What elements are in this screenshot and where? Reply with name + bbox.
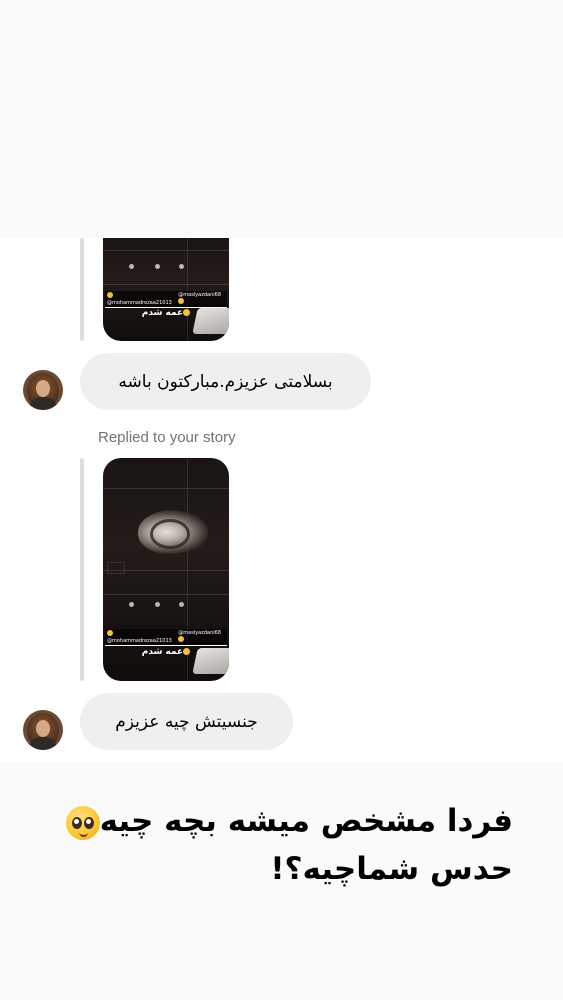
story-mentions: @mohammadrezaa21013 @maslyazdani68 (105, 290, 227, 308)
replied-to-story-label: Replied to your story (98, 429, 236, 446)
overlay-caption-line-1: فردا مشخص میشه بچه چیه (64, 797, 513, 845)
top-blank-band (0, 0, 563, 238)
reply-quote-bar (80, 238, 84, 341)
message-text: بسلامتی عزیزم.مبارکتون باشه (118, 371, 333, 392)
story-caption: عمه شدم (103, 647, 229, 657)
story-thumbnail[interactable]: @mohammadrezaa21013 @maslyazdani68 عمه ش… (103, 238, 229, 341)
crying-face-icon (183, 309, 191, 316)
message-bubble[interactable]: جنسیتش چیه عزیزم (80, 693, 293, 750)
avatar[interactable] (23, 710, 63, 750)
crying-face-icon (183, 648, 191, 655)
scanner-dots (127, 264, 217, 270)
ultrasound-fetus (150, 519, 190, 549)
pleading-face-icon (65, 805, 100, 840)
overlay-caption-line-2: حدس شماچیه؟! (270, 851, 513, 887)
story-thumbnail[interactable]: @mohammadrezaa21013 @maslyazdani68 عمه ش… (103, 458, 229, 681)
message-text: جنسیتش چیه عزیزم (115, 711, 258, 732)
story-caption: عمه شدم (103, 308, 229, 318)
reply-quote-bar (80, 458, 84, 681)
avatar[interactable] (23, 370, 63, 410)
message-bubble[interactable]: بسلامتی عزیزم.مبارکتون باشه (80, 353, 371, 410)
scanner-dots (127, 602, 217, 608)
story-mentions: @mohammadrezaa21013 @maslyazdani68 (105, 628, 227, 646)
